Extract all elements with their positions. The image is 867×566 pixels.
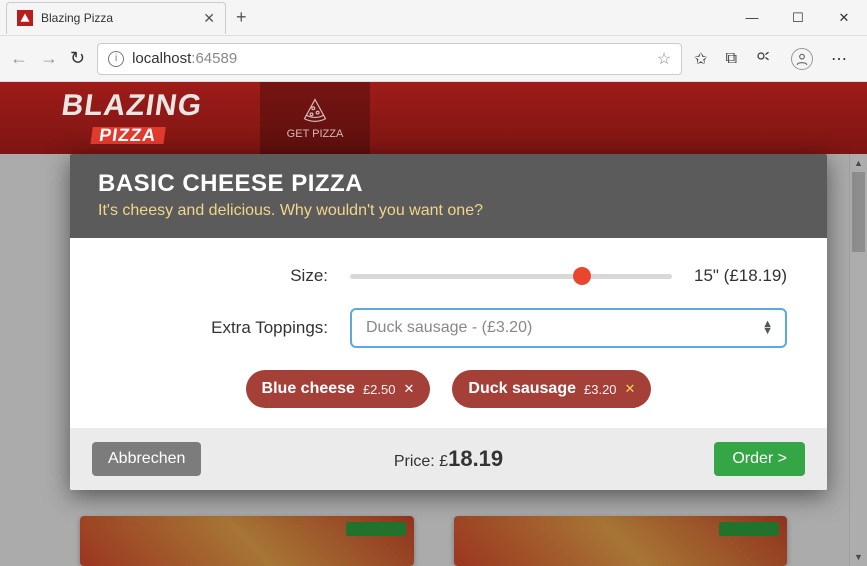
pizza-slice-icon [301,96,329,124]
back-icon[interactable]: ← [10,48,28,69]
profile-icon[interactable] [791,48,813,70]
topping-chip-blue-cheese: Blue cheese £2.50 ✕ [246,370,431,408]
dialog-title: BASIC CHEESE PIZZA [98,170,799,198]
dialog-subtitle: It's cheesy and delicious. Why wouldn't … [98,202,799,220]
dialog-header: BASIC CHEESE PIZZA It's cheesy and delic… [70,154,827,238]
address-bar[interactable]: i localhost:64589 ☆ [97,43,682,75]
size-value: 15" (£18.19) [694,266,787,286]
browser-tab[interactable]: Blazing Pizza ✕ [6,2,226,34]
tab-title: Blazing Pizza [41,11,195,25]
topping-chip-duck-sausage: Duck sausage £3.20 ✕ [452,370,651,408]
share-icon[interactable] [755,50,773,68]
dialog-footer: Abbrechen Price: £18.19 Order > [70,428,827,490]
cancel-button[interactable]: Abbrechen [92,442,201,476]
refresh-icon[interactable]: ↻ [70,48,85,69]
favorites-toolbar-icon[interactable]: ✩ [694,49,707,69]
slider-thumb[interactable] [573,267,591,285]
order-button[interactable]: Order > [714,442,805,476]
url-text: localhost:64589 [132,50,237,67]
price-display: Price: £18.19 [394,446,503,472]
collections-icon[interactable]: ⧉ [726,50,737,68]
tab-close-icon[interactable]: ✕ [203,10,215,27]
window-titlebar: Blazing Pizza ✕ + — ☐ ✕ [0,0,867,36]
close-window-button[interactable]: ✕ [821,2,867,34]
brand-logo[interactable]: BLAZING PIZZA [56,93,203,144]
browser-toolbar: ← → ↻ i localhost:64589 ☆ ✩ ⧉ ⋯ [0,36,867,82]
maximize-button[interactable]: ☐ [775,2,821,34]
app-header: BLAZING PIZZA GET PIZZA [0,82,867,154]
forward-icon[interactable]: → [40,48,58,69]
toppings-label: Extra Toppings: [110,318,350,338]
configure-pizza-dialog: BASIC CHEESE PIZZA It's cheesy and delic… [70,154,827,490]
menu-icon[interactable]: ⋯ [831,49,849,69]
page-content: ▲ ▼ BASIC CHEESE PIZZA It's cheesy and d… [0,154,867,566]
remove-topping-icon[interactable]: ✕ [625,381,636,397]
select-value: Duck sausage - (£3.20) [366,319,532,337]
window-controls: — ☐ ✕ [729,2,867,34]
new-tab-button[interactable]: + [236,7,247,28]
nav-get-pizza[interactable]: GET PIZZA [260,82,370,154]
site-info-icon[interactable]: i [108,51,124,67]
toppings-select[interactable]: Duck sausage - (£3.20) ▲▼ [350,308,787,348]
minimize-button[interactable]: — [729,2,775,34]
favicon-icon [17,10,33,26]
remove-topping-icon[interactable]: ✕ [403,381,414,397]
favorite-icon[interactable]: ☆ [657,49,671,69]
size-label: Size: [110,266,350,286]
chevron-updown-icon: ▲▼ [762,321,773,335]
size-slider[interactable] [350,266,672,286]
